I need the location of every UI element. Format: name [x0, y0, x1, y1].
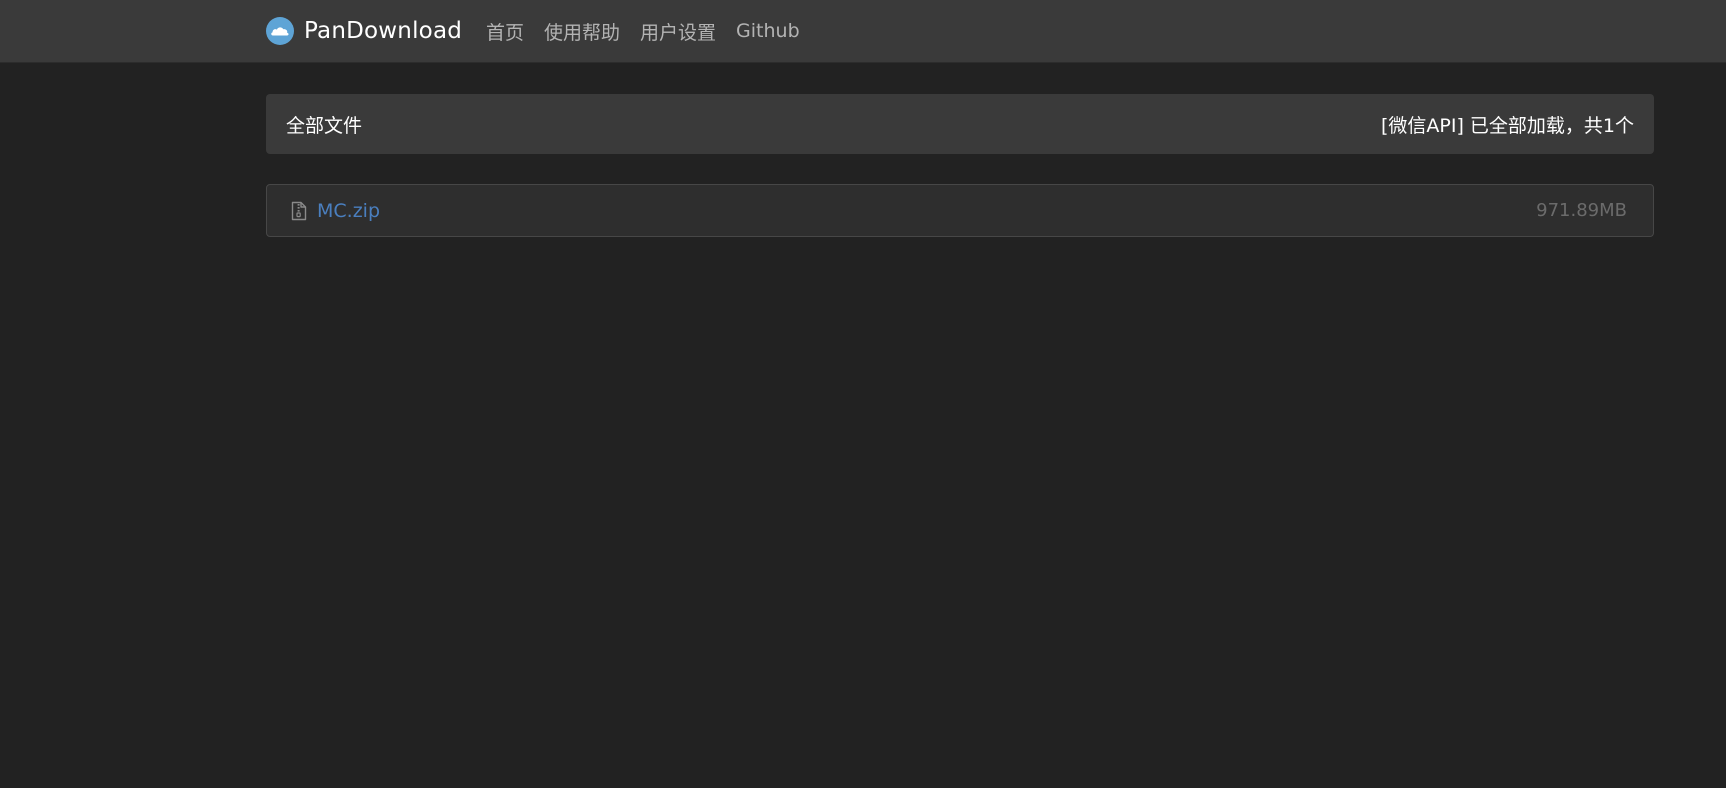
- nav-link-home[interactable]: 首页: [486, 18, 524, 45]
- file-row: MC.zip 971.89MB: [266, 184, 1654, 237]
- file-entry: MC.zip: [291, 200, 380, 222]
- zip-file-icon: [291, 201, 307, 221]
- file-size: 971.89MB: [1536, 200, 1627, 221]
- brand-name: PanDownload: [304, 18, 463, 44]
- top-navbar: PanDownload 首页 使用帮助 用户设置 Github: [0, 0, 1726, 63]
- file-list-header: 全部文件 [微信API] 已全部加载，共1个: [266, 94, 1654, 154]
- nav-link-github[interactable]: Github: [736, 20, 800, 42]
- nav-link-settings[interactable]: 用户设置: [640, 18, 716, 45]
- load-status: [微信API] 已全部加载，共1个: [1380, 114, 1634, 137]
- file-name-link[interactable]: MC.zip: [317, 200, 380, 222]
- brand-link[interactable]: PanDownload: [265, 0, 462, 62]
- nav-links: 首页 使用帮助 用户设置 Github: [486, 0, 820, 62]
- cloud-logo-icon: [265, 16, 295, 46]
- file-list-title: 全部文件: [286, 114, 363, 137]
- nav-link-help[interactable]: 使用帮助: [544, 18, 620, 45]
